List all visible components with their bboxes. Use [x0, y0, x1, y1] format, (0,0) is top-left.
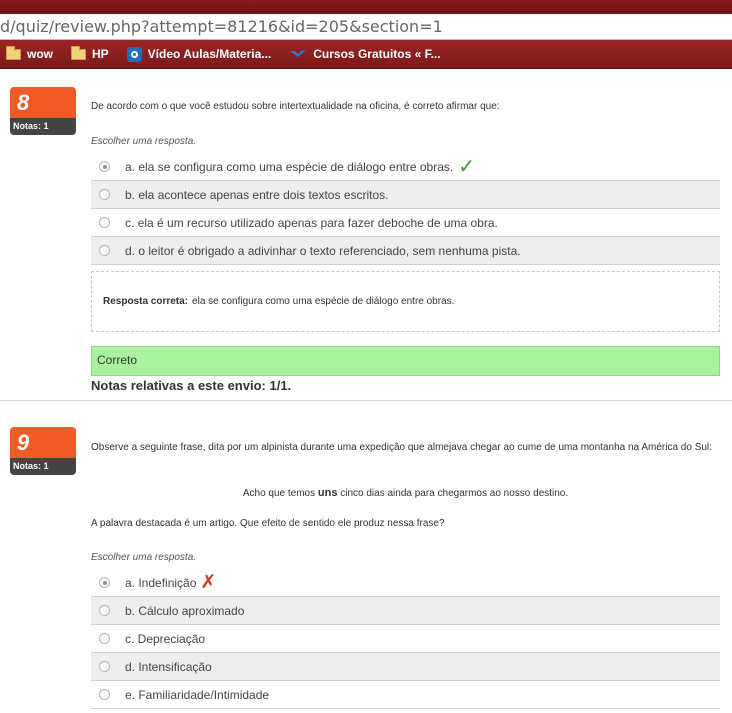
quote-before: Acho que temos: [242, 488, 318, 499]
answer-option-d[interactable]: d. Intensificação: [91, 653, 720, 681]
answer-label: c. ela é um recurso utilizado apenas par…: [125, 215, 498, 230]
answer-label: d. o leitor é obrigado a adivinhar o tex…: [125, 243, 521, 258]
check-mark-icon: ✓: [458, 155, 475, 178]
question-8: 8 Notas: 1 De acordo com o que você estu…: [0, 70, 732, 401]
bookmark-hp[interactable]: HP: [71, 45, 109, 61]
answer-prompt-text: Escolher uma resposta.: [91, 136, 197, 147]
question-text: Observe a seguinte frase, dita por um al…: [91, 442, 712, 453]
question-number: 8: [10, 87, 76, 118]
bookmark-cursos-gratuitos[interactable]: Cursos Gratuitos « F...: [289, 47, 441, 61]
feedback-label: Resposta correta:: [103, 296, 189, 307]
bookmark-label: wow: [27, 47, 53, 61]
question-grade: Notas: 1: [10, 458, 76, 475]
cross-mark-icon: ✗: [200, 572, 217, 593]
radio-button[interactable]: [99, 633, 110, 644]
grade-summary: Notas relativas a este envio: 1/1.: [91, 378, 292, 393]
folder-icon: [71, 45, 86, 60]
bookmark-label: Vídeo Aulas/Materia...: [147, 47, 272, 61]
answer-label: c. Depreciação: [125, 631, 206, 646]
quote-highlight: uns: [317, 487, 338, 499]
site-badge-icon: [126, 46, 142, 62]
question-number: 9: [10, 427, 76, 458]
radio-button[interactable]: [99, 689, 110, 700]
address-bar[interactable]: d/quiz/review.php?attempt=81216&id=205&s…: [0, 14, 732, 40]
radio-button[interactable]: [99, 217, 110, 228]
bookmark-label: Cursos Gratuitos « F...: [313, 47, 441, 61]
answer-option-e[interactable]: e. Familiaridade/Intimidade: [91, 681, 720, 709]
radio-button[interactable]: [99, 577, 110, 588]
answer-option-a[interactable]: a. ela se configura como uma espécie de …: [91, 153, 720, 181]
answer-label: d. Intensificação: [125, 659, 212, 674]
browser-top-strip: [0, 0, 732, 14]
quoted-sentence: Acho que temos uns cinco dias ainda para…: [91, 487, 720, 499]
answer-label: e. Familiaridade/Intimidade: [125, 687, 270, 702]
url-text[interactable]: d/quiz/review.php?attempt=81216&id=205&s…: [0, 17, 443, 36]
question-body: Observe a seguinte frase, dita por um al…: [91, 440, 720, 456]
answer-prompt: Escolher uma resposta.: [91, 136, 720, 147]
question-grade: Notas: 1: [10, 118, 76, 135]
radio-button[interactable]: [99, 245, 110, 256]
question-subtext: A palavra destacada é um artigo. Que efe…: [91, 516, 720, 532]
wing-icon: [290, 50, 307, 57]
feedback-text: ela se configura como uma espécie de diá…: [192, 296, 455, 307]
bookmark-label: HP: [92, 47, 109, 61]
correct-answer-feedback: Resposta correta: ela se configura como …: [91, 271, 720, 332]
quote-after: cinco dias ainda para chegarmos ao nosso…: [337, 488, 569, 499]
answer-option-b[interactable]: b. ela acontece apenas entre dois textos…: [91, 181, 720, 209]
question-info: 9 Notas: 1: [10, 427, 76, 475]
answer-label: b. ela acontece apenas entre dois textos…: [125, 187, 389, 202]
bookmarks-bar: wow HP Vídeo Aulas/Materia... Cursos Gra…: [0, 40, 732, 69]
status-badge: Correto: [91, 346, 720, 376]
answer-label: a. Indefinição: [125, 575, 197, 590]
question-9: 9 Notas: 1 Observe a seguinte frase, dit…: [0, 416, 732, 713]
radio-button[interactable]: [99, 605, 110, 616]
answer-option-d[interactable]: d. o leitor é obrigado a adivinhar o tex…: [91, 237, 720, 265]
question-text: De acordo com o que você estudou sobre i…: [91, 101, 500, 112]
folder-icon: [6, 45, 21, 60]
question-body: De acordo com o que você estudou sobre i…: [91, 99, 720, 115]
answer-list: a. ela se configura como uma espécie de …: [91, 153, 720, 265]
question-info: 8 Notas: 1: [10, 87, 76, 135]
answer-option-c[interactable]: c. Depreciação: [91, 625, 720, 653]
answer-label: b. Cálculo aproximado: [125, 603, 245, 618]
answer-label: a. ela se configura como uma espécie de …: [125, 159, 454, 174]
answer-list: a. Indefinição ✗ b. Cálculo aproximado c…: [91, 569, 720, 709]
answer-prompt-text: Escolher uma resposta.: [91, 552, 197, 563]
radio-button[interactable]: [99, 161, 110, 172]
answer-option-b[interactable]: b. Cálculo aproximado: [91, 597, 720, 625]
question-instruction: A palavra destacada é um artigo. Que efe…: [91, 518, 445, 529]
answer-prompt: Escolher uma resposta.: [91, 552, 720, 563]
radio-button[interactable]: [99, 189, 110, 200]
bookmark-wow[interactable]: wow: [6, 45, 53, 61]
quote-text: Acho que temos uns cinco dias ainda para…: [91, 487, 720, 499]
answer-option-a[interactable]: a. Indefinição ✗: [91, 569, 720, 597]
bookmark-video-aulas[interactable]: Vídeo Aulas/Materia...: [126, 46, 272, 62]
radio-button[interactable]: [99, 661, 110, 672]
answer-option-c[interactable]: c. ela é um recurso utilizado apenas par…: [91, 209, 720, 237]
quiz-review-content: 8 Notas: 1 De acordo com o que você estu…: [0, 70, 732, 713]
